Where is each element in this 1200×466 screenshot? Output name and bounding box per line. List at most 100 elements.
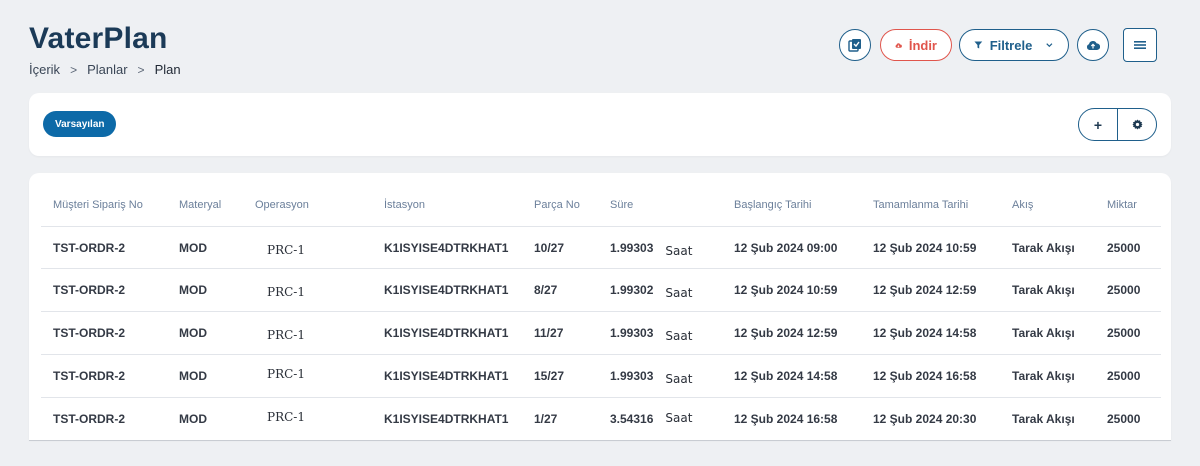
col-station[interactable]: İstasyon	[384, 197, 425, 229]
cell-station: K1ISYISE4DTRKHAT1	[384, 241, 509, 255]
col-material[interactable]: Materyal	[179, 197, 221, 229]
view-actions: +	[1078, 108, 1157, 141]
gear-icon	[1131, 119, 1143, 130]
duration-value: 1.99303	[610, 326, 654, 340]
toolbar: İndir Filtrele	[839, 28, 1157, 62]
cell-quantity: 25000	[1107, 412, 1141, 426]
breadcrumb-item-plans[interactable]: Planlar	[87, 62, 127, 77]
cell-quantity: 25000	[1107, 326, 1141, 340]
cell-start-date: 12 Şub 2024 12:59	[734, 326, 838, 340]
cell-station: K1ISYISE4DTRKHAT1	[384, 326, 509, 340]
duration-value: 1.99303	[610, 241, 654, 255]
cell-material: MOD	[179, 412, 207, 426]
breadcrumb-item-content[interactable]: İçerik	[29, 62, 60, 77]
cell-end-date: 12 Şub 2024 16:58	[873, 369, 977, 383]
cell-part-no: 11/27	[534, 326, 564, 340]
download-label: İndir	[908, 37, 937, 53]
menu-button[interactable]	[1123, 28, 1157, 62]
checklist-button[interactable]	[839, 29, 871, 61]
cell-quantity: 25000	[1107, 369, 1141, 383]
settings-button[interactable]	[1117, 109, 1156, 140]
plan-table: Müşteri Sipariş No Materyal Operasyon İs…	[29, 173, 1171, 440]
cell-start-date: 12 Şub 2024 14:58	[734, 369, 838, 383]
download-button[interactable]: İndir	[880, 29, 952, 61]
col-quantity[interactable]: Miktar	[1107, 197, 1137, 229]
cell-end-date: 12 Şub 2024 12:59	[873, 283, 977, 297]
cell-material: MOD	[179, 241, 207, 255]
breadcrumb-separator: >	[70, 62, 78, 77]
cell-material: MOD	[179, 326, 207, 340]
filter-icon	[974, 41, 983, 49]
table-row[interactable]: TST-ORDR-2 MOD PRC-1 K1ISYISE4DTRKHAT1 1…	[41, 397, 1161, 440]
cell-quantity: 25000	[1107, 283, 1141, 297]
hamburger-menu-icon	[1134, 41, 1146, 49]
filter-dropdown[interactable]: Filtrele	[959, 29, 1069, 61]
duration-value: 1.99302	[610, 283, 654, 297]
cell-station: K1ISYISE4DTRKHAT1	[384, 369, 509, 383]
table-row[interactable]: TST-ORDR-2 MOD PRC-1 K1ISYISE4DTRKHAT1 1…	[41, 226, 1161, 269]
cell-operation: PRC-1	[267, 285, 305, 299]
cell-flow: Tarak Akışı	[1012, 241, 1075, 255]
table-header: Müşteri Sipariş No Materyal Operasyon İs…	[41, 197, 1161, 227]
cell-station: K1ISYISE4DTRKHAT1	[384, 412, 509, 426]
cell-order-no: TST-ORDR-2	[53, 283, 125, 297]
duration-value: 1.99303	[610, 369, 654, 383]
table-row[interactable]: TST-ORDR-2 MOD PRC-1 K1ISYISE4DTRKHAT1 1…	[41, 354, 1161, 397]
cloud-upload-icon	[1086, 40, 1100, 50]
cell-start-date: 12 Şub 2024 09:00	[734, 241, 838, 255]
view-bar: Varsayılan +	[29, 93, 1171, 156]
cell-duration: 1.99303 Saat	[610, 227, 692, 269]
chevron-down-icon	[1046, 43, 1053, 48]
duration-value: 3.54316	[610, 412, 654, 426]
cell-flow: Tarak Akışı	[1012, 412, 1075, 426]
cell-end-date: 12 Şub 2024 20:30	[873, 412, 977, 426]
cell-duration: 1.99303 Saat	[610, 312, 692, 354]
cell-flow: Tarak Akışı	[1012, 369, 1075, 383]
cell-start-date: 12 Şub 2024 10:59	[734, 283, 838, 297]
cell-start-date: 12 Şub 2024 16:58	[734, 412, 838, 426]
cell-operation: PRC-1	[267, 243, 305, 257]
cell-operation: PRC-1	[267, 410, 305, 424]
cell-operation: PRC-1	[267, 367, 305, 381]
cell-order-no: TST-ORDR-2	[53, 412, 125, 426]
col-duration[interactable]: Süre	[610, 197, 633, 229]
duration-unit: Saat	[665, 244, 693, 258]
table-row[interactable]: TST-ORDR-2 MOD PRC-1 K1ISYISE4DTRKHAT1 1…	[41, 311, 1161, 354]
checklist-icon	[848, 39, 861, 52]
duration-unit: Saat	[665, 372, 693, 386]
cell-end-date: 12 Şub 2024 10:59	[873, 241, 977, 255]
cell-duration: 1.99303 Saat	[610, 355, 692, 397]
cell-material: MOD	[179, 369, 207, 383]
page-title: VaterPlan	[29, 22, 168, 55]
cloud-download-icon	[895, 42, 902, 48]
cell-part-no: 10/27	[534, 241, 565, 255]
cloud-upload-button[interactable]	[1077, 29, 1109, 61]
table-row[interactable]: TST-ORDR-2 MOD PRC-1 K1ISYISE4DTRKHAT1 8…	[41, 268, 1161, 311]
cell-flow: Tarak Akışı	[1012, 326, 1075, 340]
cell-operation: PRC-1	[267, 328, 305, 342]
cell-quantity: 25000	[1107, 241, 1141, 255]
cell-order-no: TST-ORDR-2	[53, 241, 125, 255]
col-part-no[interactable]: Parça No	[534, 197, 580, 229]
col-operation[interactable]: Operasyon	[255, 197, 309, 229]
add-view-button[interactable]: +	[1079, 109, 1117, 140]
cell-material: MOD	[179, 283, 207, 297]
breadcrumb-separator: >	[137, 62, 145, 77]
col-order-no[interactable]: Müşteri Sipariş No	[53, 197, 143, 229]
col-flow[interactable]: Akış	[1012, 197, 1033, 229]
breadcrumb: İçerik > Planlar > Plan	[29, 62, 181, 77]
cell-end-date: 12 Şub 2024 14:58	[873, 326, 977, 340]
duration-unit: Saat	[665, 329, 693, 343]
col-end-date[interactable]: Tamamlanma Tarihi	[873, 197, 968, 229]
cell-order-no: TST-ORDR-2	[53, 369, 125, 383]
duration-unit: Saat	[665, 411, 693, 425]
cell-part-no: 1/27	[534, 412, 558, 426]
col-start-date[interactable]: Başlangıç Tarihi	[734, 197, 811, 229]
cell-part-no: 15/27	[534, 369, 565, 383]
breadcrumb-item-current: Plan	[154, 62, 181, 77]
cell-duration: 3.54316 Saat	[610, 398, 692, 440]
duration-unit: Saat	[665, 286, 693, 300]
view-chip-default[interactable]: Varsayılan	[43, 111, 117, 137]
table-bottom-border	[29, 440, 1171, 441]
cell-part-no: 8/27	[534, 283, 558, 297]
